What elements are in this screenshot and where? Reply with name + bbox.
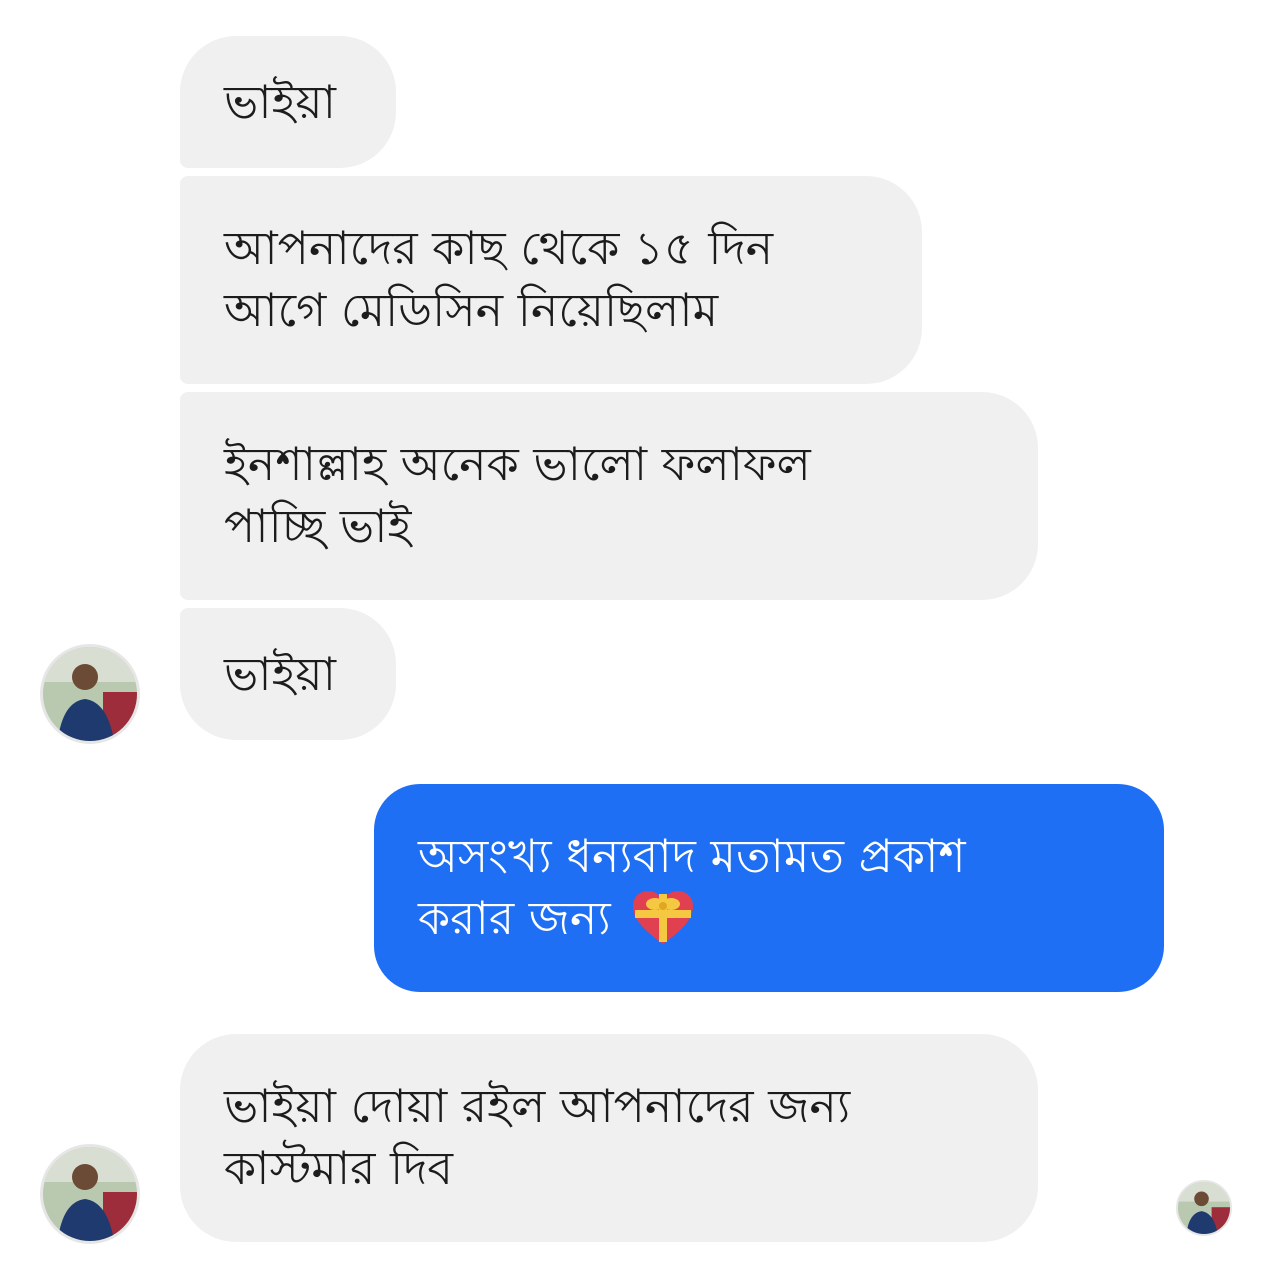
message-text: আগে মেডিসিন নিয়েছিলাম (224, 283, 719, 337)
message-bubble-incoming[interactable]: আপনাদের কাছ থেকে ১৫ দিন আগে মেডিসিন নিয়… (180, 176, 922, 384)
avatar-photo (1178, 1182, 1230, 1234)
message-text: আপনাদের কাছ থেকে ১৫ দিন (224, 221, 774, 275)
message-text: কাস্টমার দিব (224, 1141, 454, 1195)
sender-avatar-icon[interactable] (40, 644, 140, 744)
message-bubble-incoming[interactable]: ভাইয়া (180, 608, 396, 740)
avatar-photo (43, 647, 137, 741)
message-text: ভাইয়া (224, 647, 336, 701)
message-text: পাচ্ছি ভাই (224, 499, 412, 553)
message-line: করার জন্য (418, 887, 1120, 949)
message-text: করার জন্য (418, 891, 611, 945)
seen-receipt-avatar-icon (1176, 1180, 1232, 1236)
message-bubble-incoming[interactable]: ইনশাল্লাহ অনেক ভালো ফলাফল পাচ্ছি ভাই (180, 392, 1038, 600)
sender-avatar-icon[interactable] (40, 1144, 140, 1244)
heart-with-ribbon-icon (633, 891, 694, 944)
message-text: ইনশাল্লাহ অনেক ভালো ফলাফল (224, 437, 811, 491)
avatar-photo (43, 1147, 137, 1241)
message-text: ভাইয়া (224, 75, 336, 129)
message-text: অসংখ্য ধন্যবাদ মতামত প্রকাশ (418, 829, 966, 883)
message-bubble-incoming[interactable]: ভাইয়া (180, 36, 396, 168)
message-bubble-incoming[interactable]: ভাইয়া দোয়া রইল আপনাদের জন্য কাস্টমার দ… (180, 1034, 1038, 1242)
message-text: ভাইয়া দোয়া রইল আপনাদের জন্য (224, 1079, 851, 1133)
message-bubble-outgoing[interactable]: অসংখ্য ধন্যবাদ মতামত প্রকাশ করার জন্য (374, 784, 1164, 992)
